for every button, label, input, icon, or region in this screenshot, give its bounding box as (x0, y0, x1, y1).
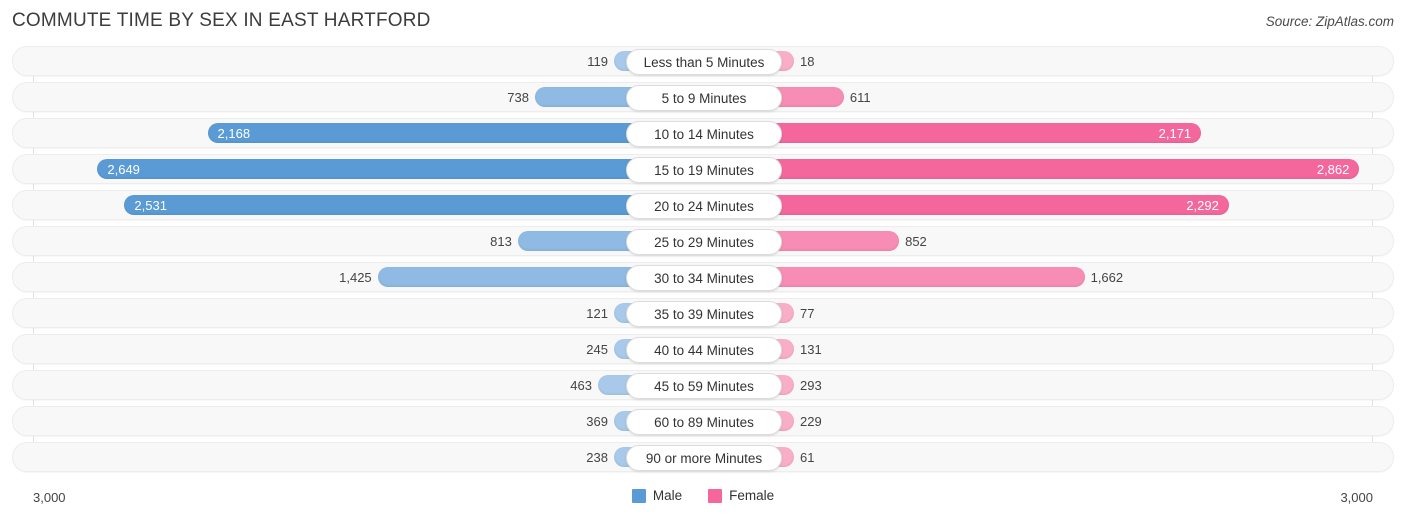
value-label-female: 18 (800, 54, 815, 69)
bar-row[interactable]: 2,649 2,862 15 to 19 Minutes (12, 154, 1394, 184)
bar-row[interactable]: 238 61 90 or more Minutes (12, 442, 1394, 472)
value-label-female: 229 (800, 414, 822, 429)
value-label-female: 2,292 (1186, 198, 1219, 213)
bar-row[interactable]: 2,531 2,292 20 to 24 Minutes (12, 190, 1394, 220)
value-label-female: 2,862 (1316, 162, 1350, 177)
category-label: 25 to 29 Minutes (626, 229, 782, 255)
value-label-male: 119 (587, 54, 608, 69)
value-label-female: 852 (905, 234, 927, 249)
bar-row[interactable]: 813 852 25 to 29 Minutes (12, 226, 1394, 256)
category-label: 90 or more Minutes (626, 445, 782, 471)
category-label: 45 to 59 Minutes (626, 373, 782, 399)
legend-swatch-icon (708, 488, 723, 503)
bar-row[interactable]: 463 293 45 to 59 Minutes (12, 370, 1394, 400)
category-label: 20 to 24 Minutes (626, 193, 782, 219)
value-label-female: 61 (800, 450, 815, 465)
legend-label: Female (729, 488, 775, 503)
value-label-male: 369 (586, 414, 608, 429)
category-label: 60 to 89 Minutes (626, 409, 782, 435)
value-label-male: 245 (586, 342, 608, 357)
value-label-male: 121 (586, 306, 608, 321)
category-label: 15 to 19 Minutes (626, 157, 782, 183)
value-label-female: 1,662 (1090, 270, 1124, 285)
category-label: 5 to 9 Minutes (626, 85, 782, 111)
bar-row[interactable]: 121 77 35 to 39 Minutes (12, 298, 1394, 328)
value-label-male: 2,168 (217, 126, 251, 141)
value-label-female: 293 (800, 378, 822, 393)
chart-header: COMMUTE TIME BY SEX IN EAST HARTFORD Sou… (0, 0, 1406, 46)
category-label: 35 to 39 Minutes (626, 301, 782, 327)
chart-plot-area: 119 18 Less than 5 Minutes 738 611 5 to 9 Min… (0, 46, 1406, 480)
legend-label: Male (652, 488, 683, 503)
value-label-female: 131 (800, 342, 822, 357)
category-label: 40 to 44 Minutes (626, 337, 782, 363)
legend-item[interactable]: Female (708, 488, 774, 503)
category-label: 30 to 34 Minutes (626, 265, 782, 291)
value-label-female: 611 (849, 90, 871, 105)
bar-row[interactable]: 369 229 60 to 89 Minutes (12, 406, 1394, 436)
bar-row[interactable]: 1,425 1,662 30 to 34 Minutes (12, 262, 1394, 292)
value-label-male: 463 (570, 378, 592, 393)
bar-row[interactable]: 2,168 2,171 10 to 14 Minutes (12, 118, 1394, 148)
bar-row[interactable]: 119 18 Less than 5 Minutes (12, 46, 1394, 76)
value-label-male: 1,425 (339, 270, 372, 285)
value-label-male: 238 (586, 450, 608, 465)
value-label-male: 738 (507, 90, 529, 105)
legend-item[interactable]: Male (631, 488, 683, 503)
legend-swatch-icon (631, 488, 646, 503)
chart-legend: Male Female (0, 488, 1406, 503)
chart-footer: 3,000 3,000 Male Female (0, 480, 1406, 523)
value-label-female: 2,171 (1158, 126, 1192, 141)
value-label-male: 2,531 (134, 198, 167, 213)
category-label: 10 to 14 Minutes (626, 121, 782, 147)
bar-row[interactable]: 738 611 5 to 9 Minutes (12, 82, 1394, 112)
bar-row[interactable]: 245 131 40 to 44 Minutes (12, 334, 1394, 364)
source-attribution: Source: ZipAtlas.com (1265, 14, 1394, 29)
value-label-male: 2,649 (107, 162, 140, 177)
value-label-female: 77 (800, 306, 815, 321)
bar-rows: 119 18 Less than 5 Minutes 738 611 5 to 9 Min… (0, 46, 1406, 478)
page-title: COMMUTE TIME BY SEX IN EAST HARTFORD (12, 10, 431, 31)
category-label: Less than 5 Minutes (626, 49, 782, 75)
value-label-male: 813 (490, 234, 512, 249)
